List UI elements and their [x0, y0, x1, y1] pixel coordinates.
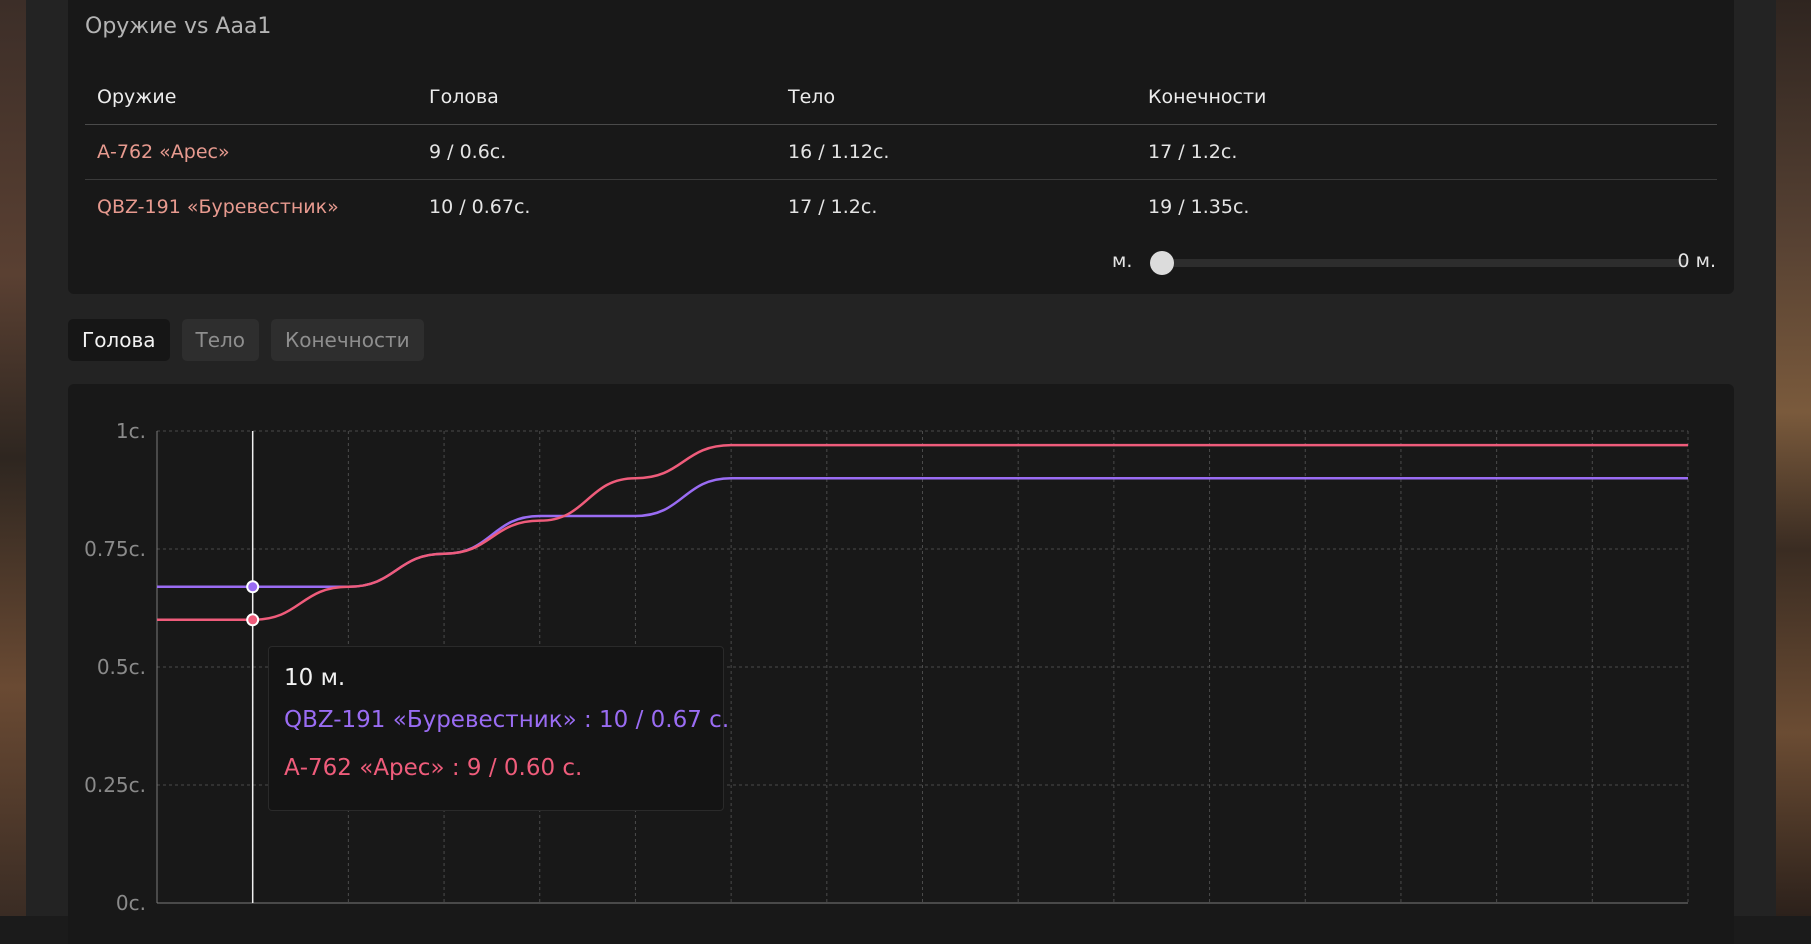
y-tick-label: 0.75с.	[84, 537, 146, 561]
cell-body: 16 / 1.12с.	[776, 124, 1136, 180]
column-header-limbs: Конечности	[1136, 70, 1717, 125]
chart-tooltip: 10 м. QBZ-191 «Буревестник» : 10 / 0.67 …	[268, 646, 729, 811]
cell-body: 17 / 1.2с.	[788, 196, 878, 218]
table-header-row: Оружие Голова Тело Конечности	[85, 70, 1717, 125]
distance-slider-track[interactable]	[1162, 259, 1688, 267]
tooltip-title: 10 м.	[284, 665, 346, 691]
weapon-link[interactable]: А-762 «Арес»	[85, 124, 417, 180]
table-row: А-762 «Арес» 9 / 0.6с. 16 / 1.12с. 17 / …	[85, 124, 1717, 180]
cell-head: 9 / 0.6с.	[417, 124, 776, 180]
background-scenery-left	[0, 0, 26, 916]
card-title: Оружие vs Aaa1	[85, 14, 272, 39]
y-tick-label: 0с.	[116, 891, 146, 915]
comparison-table: Оружие Голова Тело Конечности А-762 «Аре…	[85, 70, 1717, 234]
range-value-label: 0 м.	[1677, 250, 1716, 272]
tab-head[interactable]: Голова	[68, 319, 170, 361]
range-min-label: м.	[1112, 250, 1133, 272]
body-part-tabs: Голова Тело Конечности	[68, 319, 424, 361]
tooltip-series-red: А-762 «Арес» : 9 / 0.60 с.	[284, 755, 583, 781]
cell-limbs: 19 / 1.35с.	[1148, 196, 1250, 218]
y-tick-label: 0.5с.	[97, 655, 146, 679]
tab-body[interactable]: Тело	[181, 319, 260, 361]
y-tick-label: 0.25с.	[84, 773, 146, 797]
column-header-weapon: Оружие	[85, 70, 417, 125]
column-header-body: Тело	[776, 70, 1136, 125]
table-row: QBZ-191 «Буревестник» 10 / 0.67с. 17 / 1…	[85, 180, 1717, 235]
tooltip-series-purple: QBZ-191 «Буревестник» : 10 / 0.67 с.	[284, 707, 730, 733]
weapon-link[interactable]: QBZ-191 «Буревестник»	[85, 180, 417, 235]
tab-limbs[interactable]: Конечности	[271, 319, 424, 361]
distance-slider-thumb[interactable]	[1150, 251, 1174, 275]
column-header-head: Голова	[417, 70, 776, 125]
series-point-1	[246, 613, 260, 627]
series-point-0	[246, 580, 260, 594]
comparison-card: Оружие vs Aaa1 Оружие Голова Тело Конечн…	[68, 0, 1734, 294]
background-scenery-right	[1776, 0, 1811, 916]
y-tick-label: 1с.	[116, 419, 146, 443]
cell-head: 10 / 0.67с.	[429, 196, 531, 218]
cell-limbs: 17 / 1.2с.	[1136, 124, 1717, 180]
